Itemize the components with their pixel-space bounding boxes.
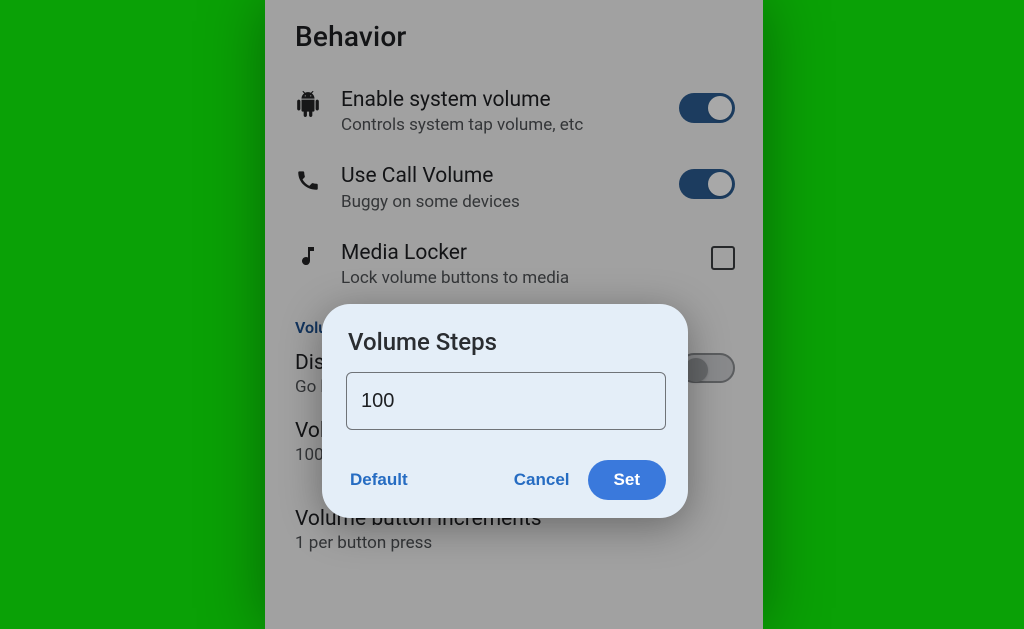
setting-subtitle: Buggy on some devices [341, 192, 653, 212]
default-button[interactable]: Default [346, 462, 412, 498]
setting-title: Enable system volume [341, 87, 653, 113]
section-title: Behavior [295, 20, 735, 53]
dialog-volume-steps: Volume Steps Default Cancel Set [322, 304, 688, 518]
volume-steps-input[interactable] [346, 372, 666, 430]
setting-row-use-call-volume[interactable]: Use Call Volume Buggy on some devices [293, 157, 735, 233]
setting-row-enable-system-volume[interactable]: Enable system volume Controls system tap… [293, 81, 735, 157]
setting-row-media-locker[interactable]: Media Locker Lock volume buttons to medi… [293, 234, 735, 310]
setting-title: Use Call Volume [341, 163, 653, 189]
setting-subtitle: 1 per button press [295, 533, 735, 553]
toggle-use-call-volume[interactable] [679, 169, 735, 199]
dialog-title: Volume Steps [348, 328, 666, 356]
toggle-enable-system-volume[interactable] [679, 93, 735, 123]
checkbox-media-locker[interactable] [711, 246, 735, 270]
setting-title: Media Locker [341, 240, 653, 266]
setting-subtitle: Controls system tap volume, etc [341, 115, 653, 135]
music-note-icon [293, 244, 323, 268]
phone-icon [293, 167, 323, 193]
android-icon [293, 91, 323, 117]
setting-subtitle: Lock volume buttons to media [341, 268, 653, 288]
set-button[interactable]: Set [588, 460, 666, 500]
cancel-button[interactable]: Cancel [504, 462, 580, 498]
